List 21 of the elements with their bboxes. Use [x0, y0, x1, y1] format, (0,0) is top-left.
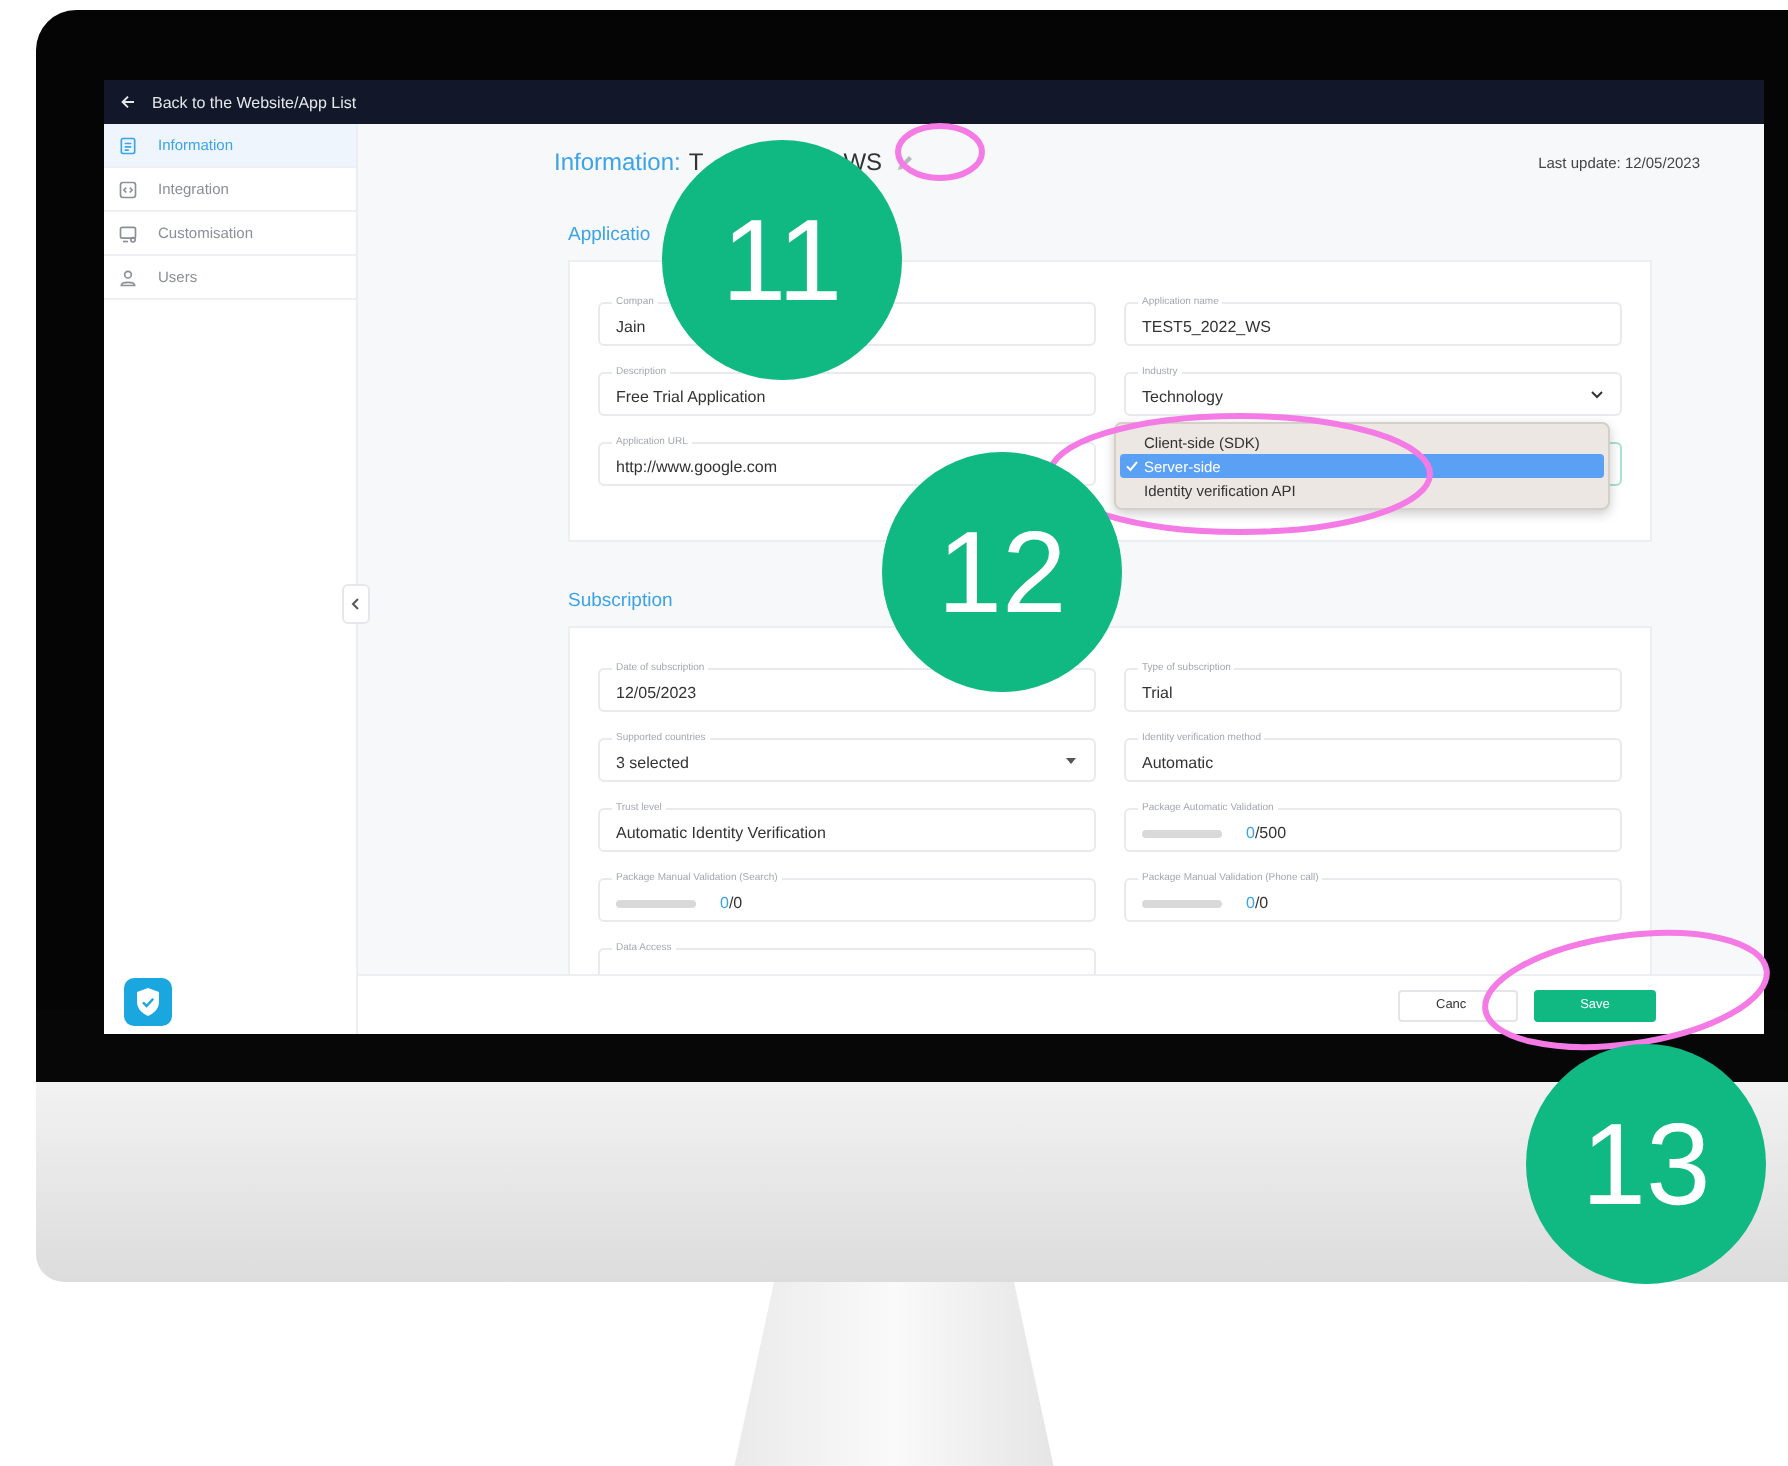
screen-icon: [118, 223, 138, 243]
shield-logo-icon: [124, 978, 172, 1026]
collapse-button[interactable]: [342, 584, 370, 624]
chevron-down-icon: [1590, 389, 1604, 399]
section-title: Applicatio: [568, 224, 653, 246]
used-count: 0: [720, 892, 729, 912]
app-name: T: [688, 148, 704, 176]
checkmark-icon: [1126, 460, 1138, 472]
page-title: Information:: [554, 148, 681, 176]
user-icon: [118, 267, 138, 287]
arrow-left-icon: [120, 94, 136, 110]
usage-limit: /500: [1254, 822, 1287, 842]
usage-limit: /0: [728, 892, 743, 912]
section-title: Subscription: [568, 590, 675, 612]
used-count: 0: [1246, 892, 1255, 912]
back-link[interactable]: Back to the Website/App List: [120, 93, 357, 111]
caret-down-icon: [1064, 755, 1078, 765]
code-icon: [118, 179, 138, 199]
used-count: 0: [1246, 822, 1255, 842]
usage-limit: /0: [1254, 892, 1269, 912]
document-icon: [118, 135, 138, 155]
